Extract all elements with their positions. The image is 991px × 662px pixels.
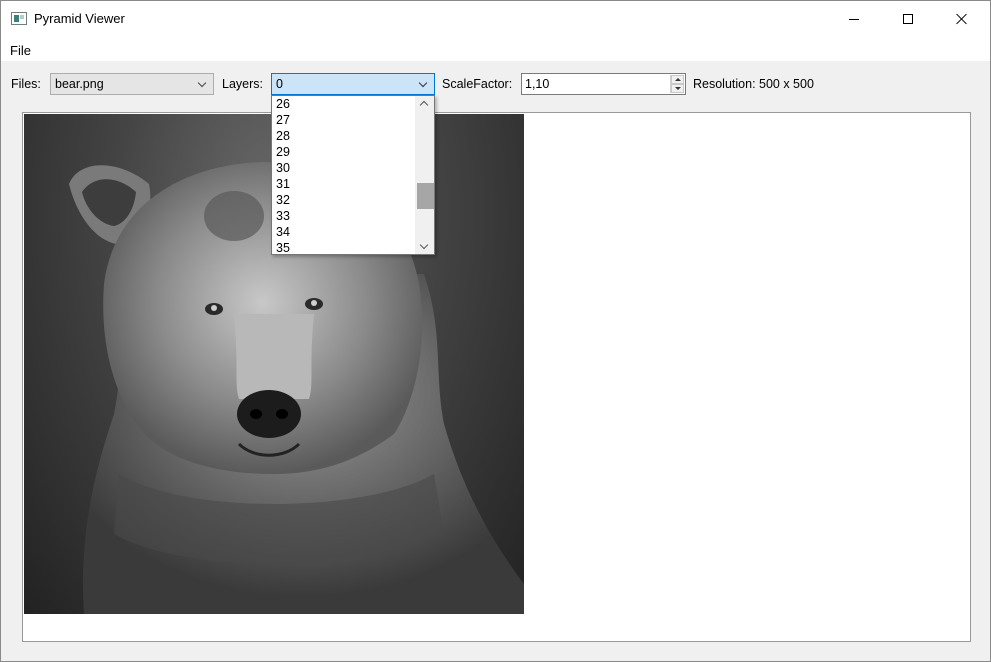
app-window: Pyramid Viewer File Files: bear.png Laye… xyxy=(0,0,991,662)
files-combo-value: bear.png xyxy=(55,77,104,91)
minimize-icon xyxy=(849,18,859,20)
layers-label: Layers: xyxy=(222,77,263,91)
menu-bar: File xyxy=(1,37,990,61)
scalefactor-spinbox[interactable]: 1,10 xyxy=(521,73,686,95)
layers-options: 26 27 28 29 30 31 32 33 34 35 xyxy=(272,96,415,256)
layers-combo-value: 0 xyxy=(276,77,283,91)
layer-option[interactable]: 33 xyxy=(272,208,415,224)
title-bar[interactable]: Pyramid Viewer xyxy=(1,1,990,37)
layer-option[interactable]: 32 xyxy=(272,192,415,208)
layer-option[interactable]: 35 xyxy=(272,240,415,256)
files-label: Files: xyxy=(11,77,41,91)
image-viewer[interactable] xyxy=(22,112,971,642)
layer-option[interactable]: 28 xyxy=(272,128,415,144)
app-icon xyxy=(11,12,27,25)
resolution-label: Resolution: 500 x 500 xyxy=(693,77,814,91)
scalefactor-value: 1,10 xyxy=(525,77,550,91)
close-icon xyxy=(956,13,968,25)
dropdown-scrollbar[interactable] xyxy=(415,96,434,254)
layer-option[interactable]: 29 xyxy=(272,144,415,160)
layer-option[interactable]: 34 xyxy=(272,224,415,240)
layer-option[interactable]: 27 xyxy=(272,112,415,128)
chevron-down-icon xyxy=(197,78,207,88)
layers-dropdown-list[interactable]: 26 27 28 29 30 31 32 33 34 35 xyxy=(271,95,435,255)
files-combo[interactable]: bear.png xyxy=(50,73,214,95)
spin-down-icon[interactable] xyxy=(671,84,684,93)
scroll-down-icon[interactable] xyxy=(419,240,429,250)
layer-option[interactable]: 26 xyxy=(272,96,415,112)
close-button[interactable] xyxy=(939,1,985,37)
scroll-up-icon[interactable] xyxy=(419,100,429,110)
chevron-down-icon xyxy=(418,78,428,88)
layer-option[interactable]: 30 xyxy=(272,160,415,176)
menu-file[interactable]: File xyxy=(10,43,31,58)
spin-up-icon[interactable] xyxy=(671,75,684,84)
maximize-icon xyxy=(903,14,913,24)
maximize-button[interactable] xyxy=(885,1,931,37)
minimize-button[interactable] xyxy=(831,1,877,37)
layer-option[interactable]: 31 xyxy=(272,176,415,192)
spin-buttons xyxy=(670,75,684,93)
scrollbar-thumb[interactable] xyxy=(417,183,434,209)
window-title: Pyramid Viewer xyxy=(34,11,125,26)
scalefactor-label: ScaleFactor: xyxy=(442,77,513,91)
layers-combo[interactable]: 0 xyxy=(271,73,435,95)
